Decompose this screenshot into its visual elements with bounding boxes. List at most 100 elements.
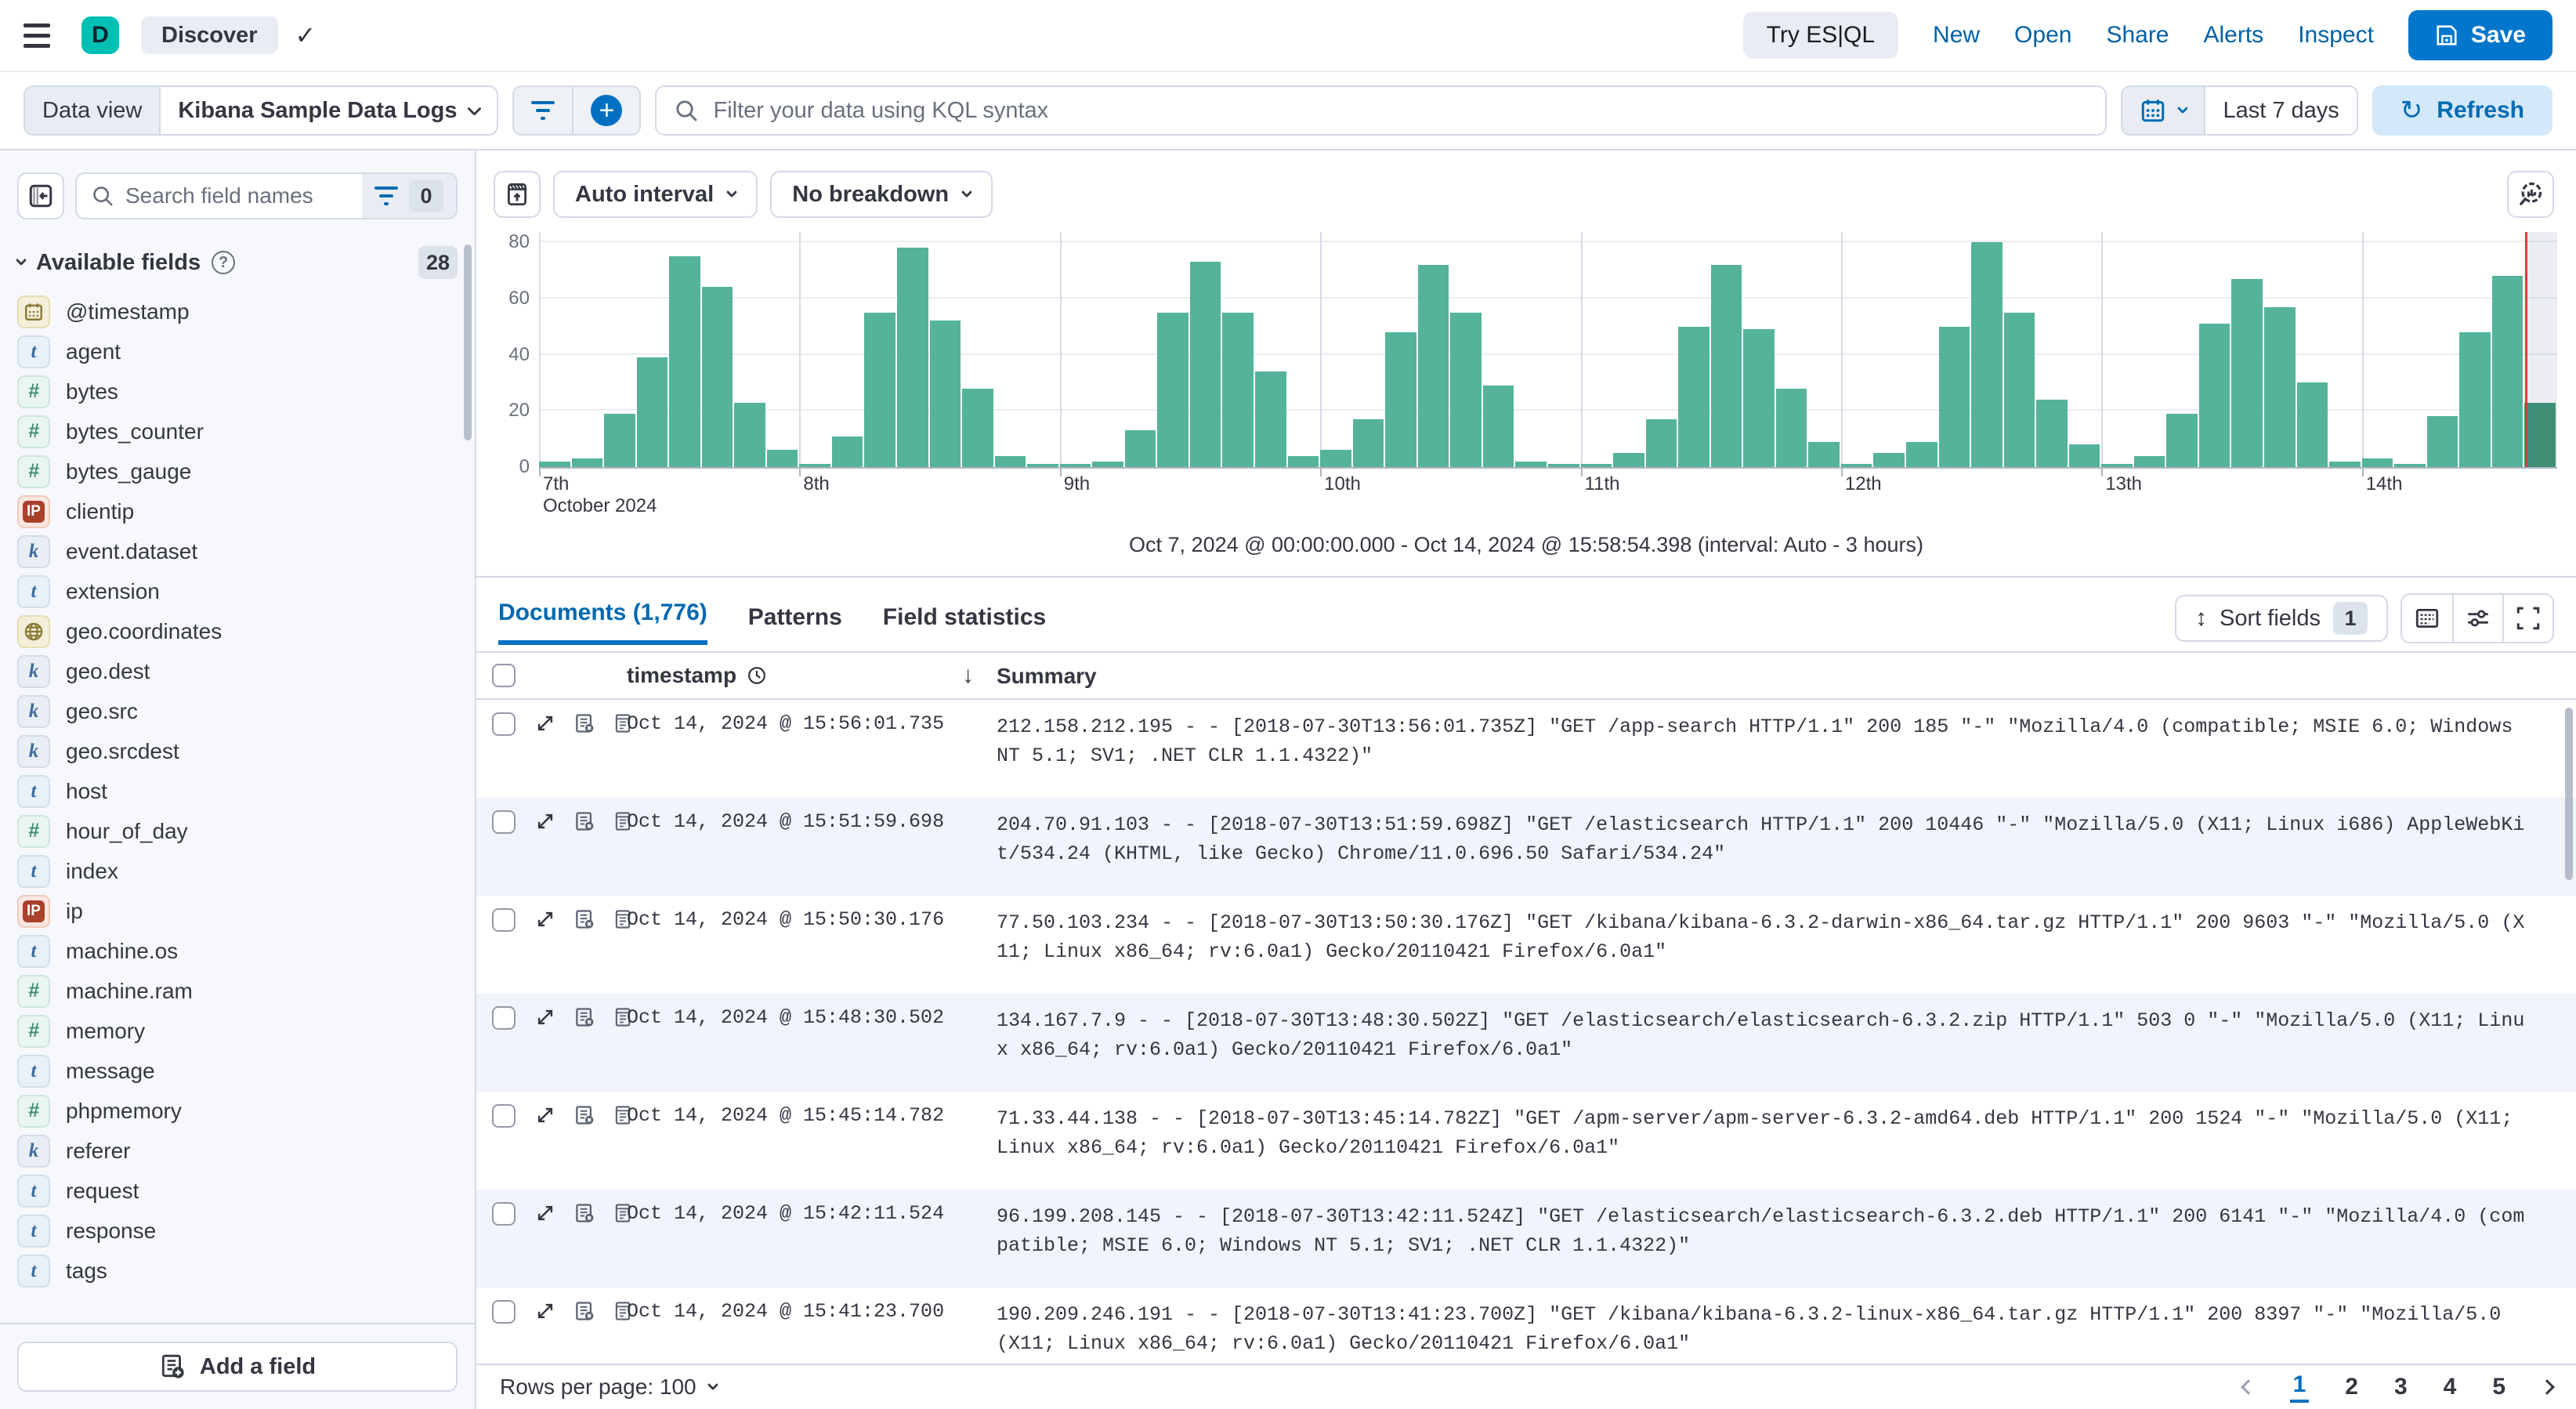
page-button-5[interactable]: 5 xyxy=(2492,1374,2505,1400)
select-all-checkbox[interactable] xyxy=(492,664,516,687)
degraded-doc-icon[interactable] xyxy=(573,810,595,832)
histogram-bar[interactable] xyxy=(2361,458,2393,467)
hide-chart-button[interactable] xyxy=(494,171,541,218)
checkmark-icon[interactable]: ✓ xyxy=(295,20,317,50)
expand-row-icon[interactable] xyxy=(534,908,556,930)
histogram-bar[interactable] xyxy=(539,461,570,467)
document-row[interactable]: Oct 14, 2024 @ 15:51:59.698 204.70.91.103… xyxy=(476,798,2576,896)
field-item-response[interactable]: t response xyxy=(17,1211,467,1251)
row-height-settings-button[interactable] xyxy=(2452,595,2502,642)
tab-patterns[interactable]: Patterns xyxy=(748,604,842,645)
expand-row-icon[interactable] xyxy=(534,1006,556,1028)
histogram-bar[interactable] xyxy=(2491,276,2524,467)
field-item-index[interactable]: t index xyxy=(17,851,467,891)
histogram-bar[interactable] xyxy=(2296,382,2328,467)
page-button-1[interactable]: 1 xyxy=(2289,1371,2310,1403)
histogram-bar[interactable] xyxy=(1189,262,1221,467)
histogram-bar[interactable] xyxy=(2263,306,2296,467)
add-filter-button[interactable]: + xyxy=(572,87,640,134)
field-item-agent[interactable]: t agent xyxy=(17,331,467,371)
field-item-geodest[interactable]: k geo.dest xyxy=(17,651,467,691)
histogram-bar[interactable] xyxy=(1092,461,1123,467)
menu-icon[interactable] xyxy=(24,13,67,57)
histogram-bar-partial[interactable] xyxy=(2524,402,2556,467)
histogram-bar[interactable] xyxy=(571,458,603,467)
tab-field-statistics[interactable]: Field statistics xyxy=(883,604,1046,645)
save-button[interactable]: Save xyxy=(2408,10,2552,60)
histogram-bar[interactable] xyxy=(669,255,700,467)
try-esql-button[interactable]: Try ES|QL xyxy=(1742,12,1899,59)
histogram-bar[interactable] xyxy=(1678,326,1709,467)
degraded-doc-icon[interactable] xyxy=(573,712,595,734)
histogram-bar[interactable] xyxy=(636,357,668,467)
field-item-phpmemory[interactable]: # phpmemory xyxy=(17,1091,467,1131)
collapse-sidebar-button[interactable] xyxy=(17,172,64,219)
field-filter-button[interactable]: 0 xyxy=(362,174,456,218)
histogram-bar[interactable] xyxy=(994,455,1026,467)
field-item-referer[interactable]: k referer xyxy=(17,1131,467,1171)
document-row[interactable]: Oct 14, 2024 @ 15:42:11.524 96.199.208.14… xyxy=(476,1190,2576,1288)
document-row[interactable]: Oct 14, 2024 @ 15:41:23.700 190.209.246.1… xyxy=(476,1288,2576,1364)
previous-page-icon[interactable] xyxy=(2240,1379,2256,1395)
degraded-doc-icon[interactable] xyxy=(573,908,595,930)
field-item-ip[interactable]: IP ip xyxy=(17,891,467,931)
expand-row-icon[interactable] xyxy=(534,712,556,734)
row-checkbox[interactable] xyxy=(492,712,516,736)
date-picker-calendar-button[interactable] xyxy=(2122,87,2205,134)
next-page-icon[interactable] xyxy=(2539,1379,2555,1395)
histogram-bar[interactable] xyxy=(1710,264,1742,467)
inspect-link[interactable]: Inspect xyxy=(2298,22,2374,49)
sidebar-scrollbar[interactable] xyxy=(464,244,472,440)
row-checkbox[interactable] xyxy=(492,1104,516,1128)
histogram-bar[interactable] xyxy=(2426,416,2458,467)
degraded-doc-icon[interactable] xyxy=(573,1202,595,1224)
time-range-value[interactable]: Last 7 days xyxy=(2204,87,2356,134)
histogram-bar[interactable] xyxy=(766,450,798,467)
histogram-bar[interactable] xyxy=(734,402,765,467)
timestamp-column-header[interactable]: timestamp xyxy=(627,663,962,688)
field-item-bytes[interactable]: # bytes xyxy=(17,371,467,411)
histogram-bar[interactable] xyxy=(2133,455,2165,467)
expand-row-icon[interactable] xyxy=(534,1104,556,1126)
fullscreen-button[interactable] xyxy=(2502,595,2552,642)
histogram-bar[interactable] xyxy=(1222,312,1254,467)
document-row[interactable]: Oct 14, 2024 @ 15:45:14.782 71.33.44.138 … xyxy=(476,1092,2576,1190)
page-button-2[interactable]: 2 xyxy=(2345,1374,2358,1400)
field-item-bytes_gauge[interactable]: # bytes_gauge xyxy=(17,451,467,491)
histogram-bar[interactable] xyxy=(1417,264,1449,467)
rows-per-page-button[interactable]: Rows per page: 100 xyxy=(500,1375,718,1400)
field-item-clientip[interactable]: IP clientip xyxy=(17,491,467,531)
histogram-chart[interactable]: 0 20 40 60 80 7th October 2024 8th 9th 10th 11th 1… xyxy=(476,226,2576,517)
histogram-bar[interactable] xyxy=(1775,388,1807,467)
breadcrumb[interactable]: Discover xyxy=(141,16,278,54)
kql-search-input[interactable] xyxy=(713,97,2089,124)
sort-fields-button[interactable]: ↕ Sort fields 1 xyxy=(2175,595,2388,642)
field-item-hour_of_day[interactable]: # hour_of_day xyxy=(17,811,467,851)
histogram-bar[interactable] xyxy=(897,248,928,467)
histogram-bar[interactable] xyxy=(1320,450,1351,467)
histogram-bar[interactable] xyxy=(1157,312,1189,467)
field-item-machineram[interactable]: # machine.ram xyxy=(17,971,467,1011)
histogram-bar[interactable] xyxy=(1743,329,1775,467)
histogram-bar[interactable] xyxy=(1873,453,1905,467)
histogram-bar[interactable] xyxy=(2166,413,2198,467)
alerts-link[interactable]: Alerts xyxy=(2204,22,2264,49)
open-link[interactable]: Open xyxy=(2014,22,2071,49)
row-checkbox[interactable] xyxy=(492,908,516,932)
expand-row-icon[interactable] xyxy=(534,1202,556,1224)
histogram-bar[interactable] xyxy=(1255,371,1286,467)
row-checkbox[interactable] xyxy=(492,810,516,834)
grid-scrollbar[interactable] xyxy=(2565,708,2573,880)
breakdown-dropdown[interactable]: No breakdown xyxy=(770,171,993,218)
sort-direction-icon[interactable]: ↓ xyxy=(962,662,997,689)
edit-visualization-button[interactable] xyxy=(2507,171,2554,218)
histogram-bar[interactable] xyxy=(1450,312,1482,467)
histogram-bar[interactable] xyxy=(2459,331,2491,467)
field-item-machineos[interactable]: t machine.os xyxy=(17,931,467,971)
help-icon[interactable]: ? xyxy=(212,251,236,274)
histogram-bar[interactable] xyxy=(1385,331,1416,467)
field-search-input[interactable] xyxy=(125,183,362,208)
histogram-bar[interactable] xyxy=(1938,326,1970,467)
histogram-bar[interactable] xyxy=(1905,441,1937,467)
page-button-4[interactable]: 4 xyxy=(2444,1374,2457,1400)
